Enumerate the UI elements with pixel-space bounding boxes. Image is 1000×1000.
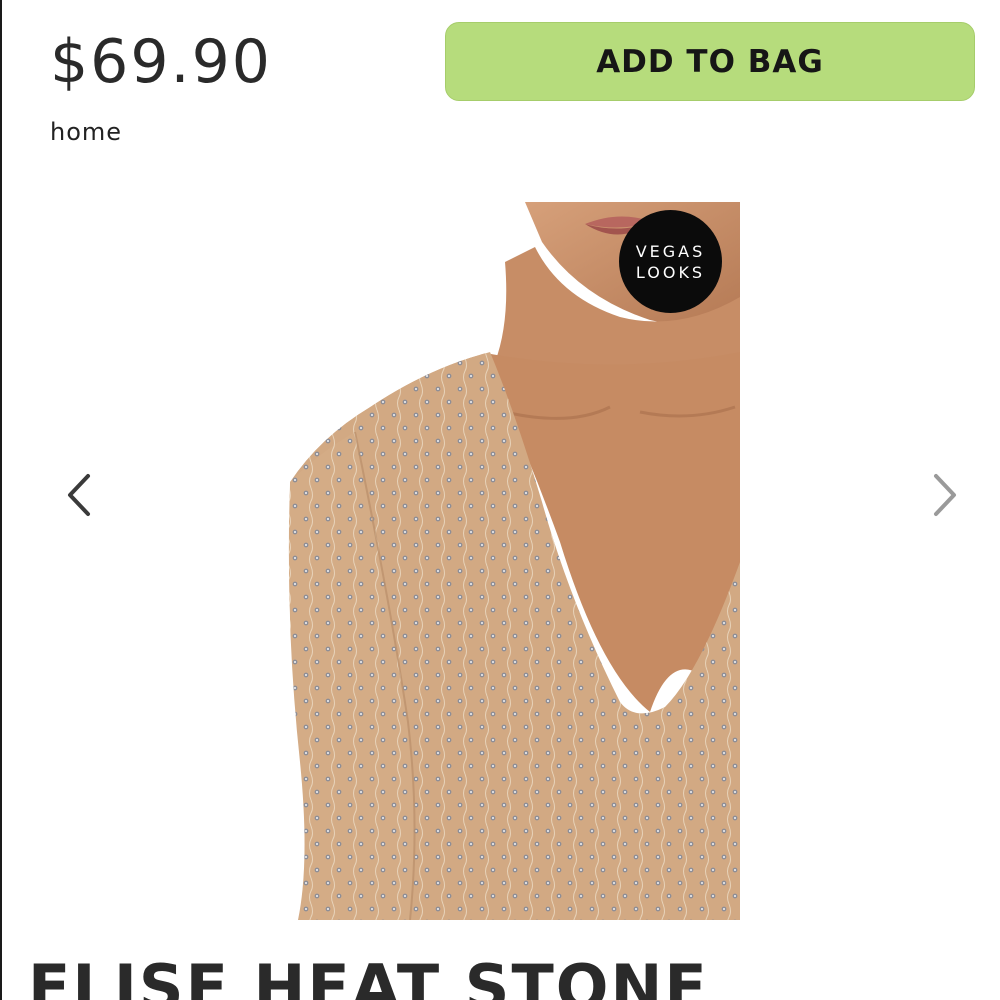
breadcrumb-home-link[interactable]: home [50,118,122,146]
product-price: $69.90 [50,27,272,97]
chevron-left-icon [68,474,90,516]
vegas-looks-badge: VEGAS LOOKS [619,210,722,313]
badge-line-1: VEGAS [635,241,706,261]
previous-image-button[interactable] [58,470,102,520]
product-title: ELISE HEAT STONE [28,951,709,1000]
badge-line-2: LOOKS [635,262,706,282]
next-image-button[interactable] [922,470,966,520]
product-image-gallery: VEGAS LOOKS [0,202,1000,922]
add-to-bag-button[interactable]: ADD TO BAG [445,22,975,101]
chevron-right-icon [934,474,956,516]
